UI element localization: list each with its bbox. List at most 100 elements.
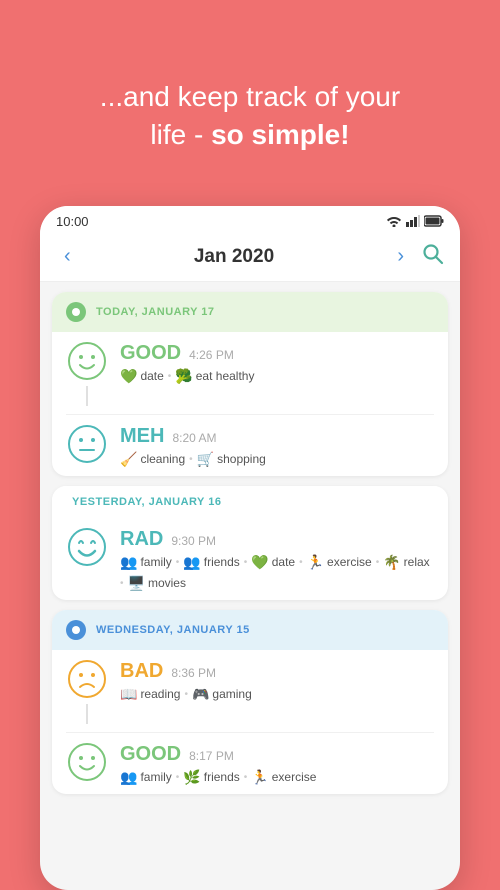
entry-left-meh [66, 423, 108, 465]
signal-icon [406, 215, 420, 227]
mood-row-good: GOOD 4:26 PM [120, 342, 434, 365]
entry-line [86, 386, 88, 406]
today-dot [66, 302, 86, 322]
shopping-icon: 🛒 [197, 451, 214, 468]
family-icon: 👥 [120, 554, 137, 571]
mood-time-bad: 8:36 PM [171, 666, 216, 680]
tag-label: gaming [212, 687, 251, 701]
tag-exercise: 🏃exercise [307, 554, 372, 571]
mood-row-bad: BAD 8:36 PM [120, 660, 434, 683]
mood-word-bad: BAD [120, 660, 163, 683]
heart-icon-rad: 💚 [251, 554, 268, 571]
tag-reading: 📖reading [120, 686, 180, 703]
reading-icon: 📖 [120, 686, 137, 703]
family-icon-wed: 👥 [120, 769, 137, 786]
day-header-wednesday: WEDNESDAY, JANUARY 15 [52, 610, 448, 650]
entry-left-good-wed [66, 741, 108, 783]
exercise-icon: 🏃 [307, 554, 324, 571]
exercise-icon-wed: 🏃 [251, 769, 268, 786]
entry-rad: RAD 9:30 PM 👥family • 👥friends • 💚date •… [52, 518, 448, 600]
tag-label: cleaning [140, 452, 185, 466]
mood-time-meh: 8:20 AM [172, 431, 216, 445]
tag-label: date [272, 555, 295, 569]
entry-content-meh: MEH 8:20 AM 🧹cleaning • 🛒shopping [120, 423, 434, 468]
tag-family-wed: 👥family [120, 769, 172, 786]
next-month-button[interactable]: › [389, 245, 412, 268]
tags-bad: 📖reading • 🎮gaming [120, 686, 434, 703]
tag-label: movies [148, 576, 186, 590]
entry-content-rad: RAD 9:30 PM 👥family • 👥friends • 💚date •… [120, 526, 434, 592]
tag-date-rad: 💚 date [251, 554, 295, 571]
search-button[interactable] [422, 243, 444, 271]
prev-month-button[interactable]: ‹ [56, 245, 79, 268]
status-icons [386, 215, 444, 227]
entry-good-wed: GOOD 8:17 PM 👥family • 🌿friends • 🏃exerc… [52, 733, 448, 794]
tag-cleaning: 🧹cleaning [120, 451, 185, 468]
entry-left-good [66, 340, 108, 406]
day-header-yesterday: YESTERDAY, JANUARY 16 [52, 486, 448, 518]
mood-word-good-wed: GOOD [120, 743, 181, 766]
tag-label: family [140, 770, 171, 784]
mood-word-meh: MEH [120, 425, 164, 448]
tag-friends: 👥 friends [183, 554, 239, 571]
tag-label: friends [204, 770, 240, 784]
friends-icon-wed: 🌿 [183, 769, 200, 786]
tag-label: reading [140, 687, 180, 701]
entry-bad: BAD 8:36 PM 📖reading • 🎮gaming [52, 650, 448, 732]
mood-row-rad: RAD 9:30 PM [120, 528, 434, 551]
tag-label: date [140, 369, 163, 383]
nav-title: Jan 2020 [194, 246, 274, 268]
status-time: 10:00 [56, 214, 89, 229]
friends-icon: 👥 [183, 554, 200, 571]
tags-good: 💚date • 🥦eat healthy [120, 368, 434, 385]
wednesday-label: WEDNESDAY, JANUARY 15 [96, 624, 250, 636]
mood-word-good: GOOD [120, 342, 181, 365]
rad-face-icon [66, 526, 108, 568]
battery-icon [424, 215, 444, 227]
content-area: TODAY, JANUARY 17 GOOD 4:26 PM [40, 282, 460, 886]
wednesday-dot [66, 620, 86, 640]
heart-icon: 💚 [120, 368, 137, 385]
movies-icon: 🖥️ [128, 575, 145, 592]
entry-line-bad [86, 704, 88, 724]
yesterday-label: YESTERDAY, JANUARY 16 [72, 496, 221, 508]
entry-meh: MEH 8:20 AM 🧹cleaning • 🛒shopping [52, 415, 448, 476]
tag-gaming: 🎮gaming [192, 686, 252, 703]
tags-meh: 🧹cleaning • 🛒shopping [120, 451, 434, 468]
tag-shopping: 🛒shopping [197, 451, 266, 468]
day-card-wednesday: WEDNESDAY, JANUARY 15 BAD 8:36 [52, 610, 448, 794]
healthy-icon: 🥦 [175, 368, 192, 385]
mood-row-good-wed: GOOD 8:17 PM [120, 743, 434, 766]
tag-friends-wed: 🌿 friends [183, 769, 239, 786]
mood-time-good: 4:26 PM [189, 348, 234, 362]
today-label: TODAY, JANUARY 17 [96, 306, 215, 318]
tag-date: 💚date [120, 368, 164, 385]
entry-left-rad [66, 526, 108, 568]
tag-label: shopping [217, 452, 266, 466]
mood-time-rad: 9:30 PM [171, 534, 216, 548]
gaming-icon: 🎮 [192, 686, 209, 703]
mood-word-rad: RAD [120, 528, 163, 551]
tag-label: eat healthy [196, 369, 255, 383]
tag-label: family [140, 555, 171, 569]
entry-content-good-wed: GOOD 8:17 PM 👥family • 🌿friends • 🏃exerc… [120, 741, 434, 786]
nav-center: Jan 2020 [194, 246, 274, 268]
relax-icon: 🌴 [383, 554, 400, 571]
tag-label: friends [204, 555, 240, 569]
header-text: ...and keep track of your life - so simp… [30, 38, 470, 184]
happy-face-icon [66, 340, 108, 382]
tag-family: 👥family [120, 554, 172, 571]
day-card-yesterday: YESTERDAY, JANUARY 16 RAD 9:30 PM [52, 486, 448, 600]
entry-content-good: GOOD 4:26 PM 💚date • 🥦eat healthy [120, 340, 434, 385]
tag-label: exercise [327, 555, 372, 569]
mood-time-good-wed: 8:17 PM [189, 749, 234, 763]
day-header-today: TODAY, JANUARY 17 [52, 292, 448, 332]
today-dot-inner [72, 308, 80, 316]
tags-rad: 👥family • 👥friends • 💚date • 🏃exercise •… [120, 554, 434, 592]
wednesday-dot-inner [72, 626, 80, 634]
tag-label: relax [404, 555, 430, 569]
tag-relax: 🌴 relax [383, 554, 429, 571]
tag-eat-healthy: 🥦 eat healthy [175, 368, 254, 385]
entry-good: GOOD 4:26 PM 💚date • 🥦eat healthy [52, 332, 448, 414]
tags-good-wed: 👥family • 🌿friends • 🏃exercise [120, 769, 434, 786]
